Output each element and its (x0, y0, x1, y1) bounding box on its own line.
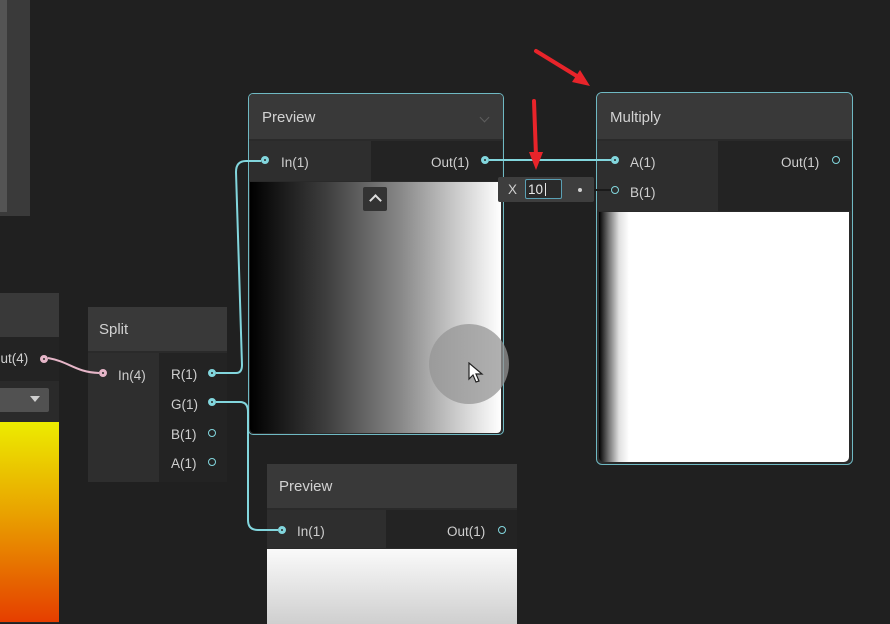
split-node-header[interactable]: Split (88, 307, 227, 351)
multiply-input-b-port[interactable] (611, 186, 619, 194)
split-output-g-port[interactable] (208, 398, 216, 406)
multiply-header[interactable]: Multiply (597, 93, 852, 139)
inline-value-text: 10 (528, 182, 544, 197)
split-output-b-label: B(1) (171, 427, 197, 442)
chevron-down-icon[interactable] (30, 396, 40, 402)
multiply-node[interactable]: Multiply (596, 92, 853, 465)
multiply-b-inline-field[interactable]: X 10 (498, 177, 594, 202)
mouse-cursor-icon (468, 362, 484, 383)
preview-bottom-input-port[interactable] (278, 526, 286, 534)
preview-bottom-title: Preview (279, 478, 333, 495)
preview-bottom-image (267, 549, 517, 624)
split-output-g-label: G(1) (171, 397, 198, 412)
inline-value-input[interactable]: 10 (525, 179, 562, 199)
multiply-input-a-label: A(1) (630, 155, 656, 170)
multiply-inputs (597, 141, 718, 211)
multiply-outputs (718, 141, 851, 211)
preview-node-bottom[interactable]: Preview (267, 464, 517, 624)
split-input-port[interactable] (99, 369, 107, 377)
multiply-output-port[interactable] (832, 156, 840, 164)
preview-top-header[interactable]: Preview (249, 94, 503, 139)
left-node-title (0, 293, 59, 337)
text-cursor (545, 183, 546, 196)
preview-bottom-input-label: In(1) (297, 524, 325, 539)
split-node-title: Split (99, 321, 129, 338)
arrow-to-multiply-icon (534, 49, 590, 86)
preview-top-title: Preview (262, 109, 316, 126)
split-output-a-port[interactable] (208, 458, 216, 466)
preview-bottom-output-label: Out(1) (447, 524, 486, 539)
chevron-up-icon[interactable] (363, 187, 387, 211)
inline-connector-dot (578, 188, 582, 192)
split-node[interactable]: Split (88, 307, 227, 482)
multiply-title: Multiply (610, 109, 661, 126)
chevron-down-icon[interactable] (479, 112, 490, 123)
multiply-input-b-label: B(1) (630, 185, 656, 200)
preview-top-output-label: Out(1) (431, 155, 470, 170)
split-output-a-label: A(1) (171, 456, 197, 471)
preview-bottom-header[interactable]: Preview (267, 464, 517, 508)
left-node[interactable]: Out(4) (0, 293, 59, 623)
multiply-input-a-port[interactable] (611, 156, 619, 164)
inline-axis-label: X (508, 182, 518, 197)
multiply-output-label: Out(1) (781, 155, 820, 170)
split-output-b-port[interactable] (208, 429, 216, 437)
split-output-r-port[interactable] (208, 369, 216, 377)
split-input-label: In(4) (118, 368, 146, 383)
preview-bottom-output-port[interactable] (498, 526, 506, 534)
multiply-preview-image (599, 212, 849, 462)
left-node-output-label: Out(4) (0, 351, 29, 366)
preview-top-input-label: In(1) (281, 155, 309, 170)
left-panel-inner (0, 0, 7, 212)
preview-top-output-port[interactable] (481, 156, 489, 164)
preview-top-input-port[interactable] (261, 156, 269, 164)
arrow-to-inline-value-icon (529, 99, 543, 170)
split-output-r-label: R(1) (171, 367, 198, 382)
left-node-output-port[interactable] (40, 355, 48, 363)
left-node-gradient-preview (0, 422, 59, 622)
left-node-dropdown[interactable] (0, 388, 49, 412)
